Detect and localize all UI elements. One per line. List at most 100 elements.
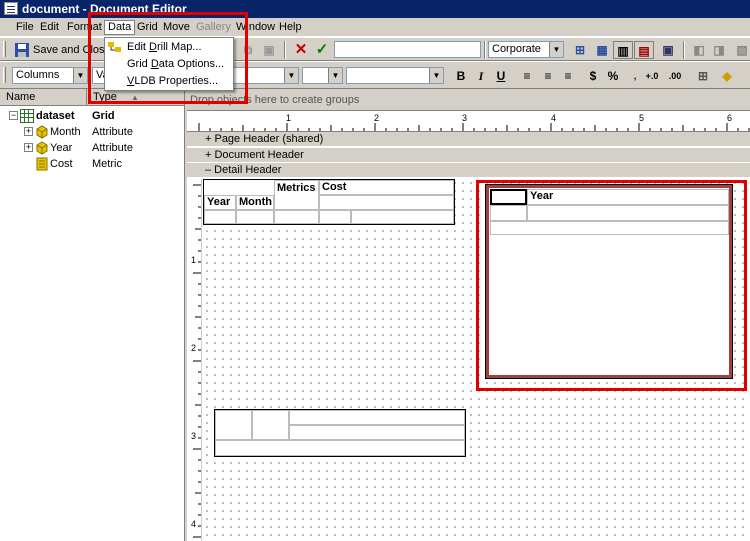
- columns-select[interactable]: Columns ▼: [12, 67, 88, 84]
- cost-header-cell[interactable]: Cost: [319, 180, 454, 195]
- accept-check-icon[interactable]: ✓: [312, 41, 332, 59]
- font-select[interactable]: ▼: [346, 67, 444, 84]
- graph-view-icon[interactable]: ▣: [658, 41, 678, 59]
- expand-icon[interactable]: +: [24, 143, 33, 152]
- ruler-number: 5: [639, 113, 645, 123]
- attribute-icon: [36, 141, 48, 155]
- decrease-decimal-icon[interactable]: .00: [665, 67, 685, 85]
- empty-cell: [319, 195, 454, 210]
- menubar: File Edit Format Data Grid Move Gallery …: [0, 18, 750, 37]
- save-and-close-button[interactable]: Save and Close: [14, 41, 111, 59]
- align-center-text-icon[interactable]: ≡: [538, 67, 558, 85]
- chevron-down-icon: ▼: [549, 42, 563, 57]
- menu-grid[interactable]: Grid: [134, 20, 161, 35]
- tree-item-name: dataset: [36, 110, 75, 122]
- menu-edit[interactable]: Edit: [37, 20, 62, 35]
- grid-object-1[interactable]: Metrics Cost Year Month: [203, 179, 455, 225]
- attribute-icon: [36, 125, 48, 139]
- percent-icon[interactable]: %: [603, 67, 623, 85]
- menu-file[interactable]: File: [13, 20, 37, 35]
- menu-format[interactable]: Format: [64, 20, 105, 35]
- floppy-disk-icon: [15, 43, 29, 57]
- menu-gallery: Gallery: [196, 21, 231, 33]
- ruler-number: 4: [551, 113, 557, 123]
- menu-help[interactable]: Help: [276, 20, 305, 35]
- data-cell: [236, 210, 274, 224]
- borders-icon[interactable]: ⊞: [693, 67, 713, 85]
- tree-item-type: Attribute: [92, 142, 133, 154]
- style-select[interactable]: Corporate ▼: [488, 41, 564, 58]
- align-left-icon[interactable]: ◧: [689, 41, 709, 59]
- grid-dataset-icon: [20, 109, 34, 123]
- grid-corner-cell: [490, 189, 527, 205]
- tree-item-name: Year: [50, 142, 73, 154]
- year-header-cell[interactable]: Year: [204, 195, 236, 210]
- empty-cell: [289, 425, 465, 440]
- copy-icon[interactable]: ⧉: [238, 41, 258, 59]
- tree-item-name: Cost: [50, 158, 73, 170]
- align-right-text-icon[interactable]: ≡: [558, 67, 578, 85]
- data-cell: [274, 210, 319, 224]
- window-title: document - Document Editor: [22, 2, 187, 16]
- vruler-number: 1: [191, 255, 197, 265]
- tree-item-type: Grid: [92, 110, 115, 122]
- tree-item-dataset[interactable]: − dataset Grid: [0, 108, 185, 124]
- empty-cell: [252, 410, 289, 440]
- empty-cell: [490, 205, 527, 221]
- group-by-drop-zone[interactable]: Drop objects here to create groups: [187, 89, 750, 111]
- data-cell: [351, 210, 454, 224]
- column-header-type[interactable]: Type ▲: [87, 89, 185, 106]
- font-size-select[interactable]: ▼: [302, 67, 343, 84]
- section-document-header[interactable]: + Document Header: [187, 148, 750, 163]
- save-and-close-label: Save and Close: [33, 44, 111, 56]
- bring-front-icon[interactable]: ▧: [732, 41, 750, 59]
- tree-item-year[interactable]: + Year Attribute: [0, 140, 185, 156]
- paste-icon[interactable]: ▣: [259, 41, 279, 59]
- menu-item-grid-data-options[interactable]: Grid Data Options...: [105, 56, 233, 73]
- increase-decimal-icon[interactable]: +.0: [642, 67, 662, 85]
- menu-item-vldb-properties[interactable]: VLDB Properties...: [105, 73, 233, 90]
- chevron-down-icon: ▼: [73, 68, 87, 83]
- tree-item-month[interactable]: + Month Attribute: [0, 124, 185, 140]
- grid-object-3[interactable]: [214, 409, 466, 457]
- empty-cell: [527, 205, 729, 221]
- data-cell: [204, 210, 236, 224]
- style-select-value: Corporate: [492, 43, 541, 55]
- vruler-number: 2: [191, 343, 197, 353]
- data-cell: [319, 210, 351, 224]
- grid-format-icon[interactable]: ▦: [592, 41, 612, 59]
- menu-window[interactable]: Window: [233, 20, 278, 35]
- italic-icon[interactable]: I: [471, 67, 491, 85]
- align-left-text-icon[interactable]: ≡: [517, 67, 537, 85]
- menu-move[interactable]: Move: [160, 20, 193, 35]
- ruler-ticks: [198, 123, 750, 131]
- grid-view-icon[interactable]: ▥: [613, 41, 633, 59]
- metric-icon: [36, 157, 48, 171]
- grid-object-2-selected[interactable]: Year: [485, 184, 733, 379]
- month-header-cell[interactable]: Month: [236, 195, 274, 210]
- fill-color-icon[interactable]: ◆: [717, 67, 737, 85]
- autostyle-icon[interactable]: ⊞: [570, 41, 590, 59]
- chevron-down-icon: ▼: [328, 68, 342, 83]
- sort-arrow-icon: ▲: [131, 93, 139, 102]
- tree-item-cost[interactable]: Cost Metric: [0, 156, 185, 172]
- bold-icon[interactable]: B: [451, 67, 471, 85]
- chevron-down-icon: ▼: [284, 68, 298, 83]
- menu-data[interactable]: Data: [104, 20, 136, 35]
- menu-item-edit-drill-map[interactable]: Edit Drill Map...: [105, 39, 233, 56]
- section-page-header[interactable]: + Page Header (shared): [187, 132, 750, 147]
- formula-input[interactable]: [334, 41, 481, 58]
- collapse-icon[interactable]: −: [9, 111, 18, 120]
- grid-graph-icon[interactable]: ▤: [634, 41, 654, 59]
- currency-icon[interactable]: $: [583, 67, 603, 85]
- underline-icon[interactable]: U: [491, 67, 511, 85]
- year-header-cell[interactable]: Year: [527, 189, 729, 205]
- cancel-x-icon[interactable]: ✕: [291, 41, 311, 59]
- column-header-type-label: Type: [93, 91, 117, 103]
- expand-icon[interactable]: +: [24, 127, 33, 136]
- metrics-header-cell[interactable]: Metrics: [274, 180, 319, 210]
- section-detail-header[interactable]: – Detail Header: [187, 163, 750, 178]
- column-header-name[interactable]: Name: [0, 89, 87, 106]
- ruler-number: 6: [727, 113, 733, 123]
- align-right-icon[interactable]: ◨: [709, 41, 729, 59]
